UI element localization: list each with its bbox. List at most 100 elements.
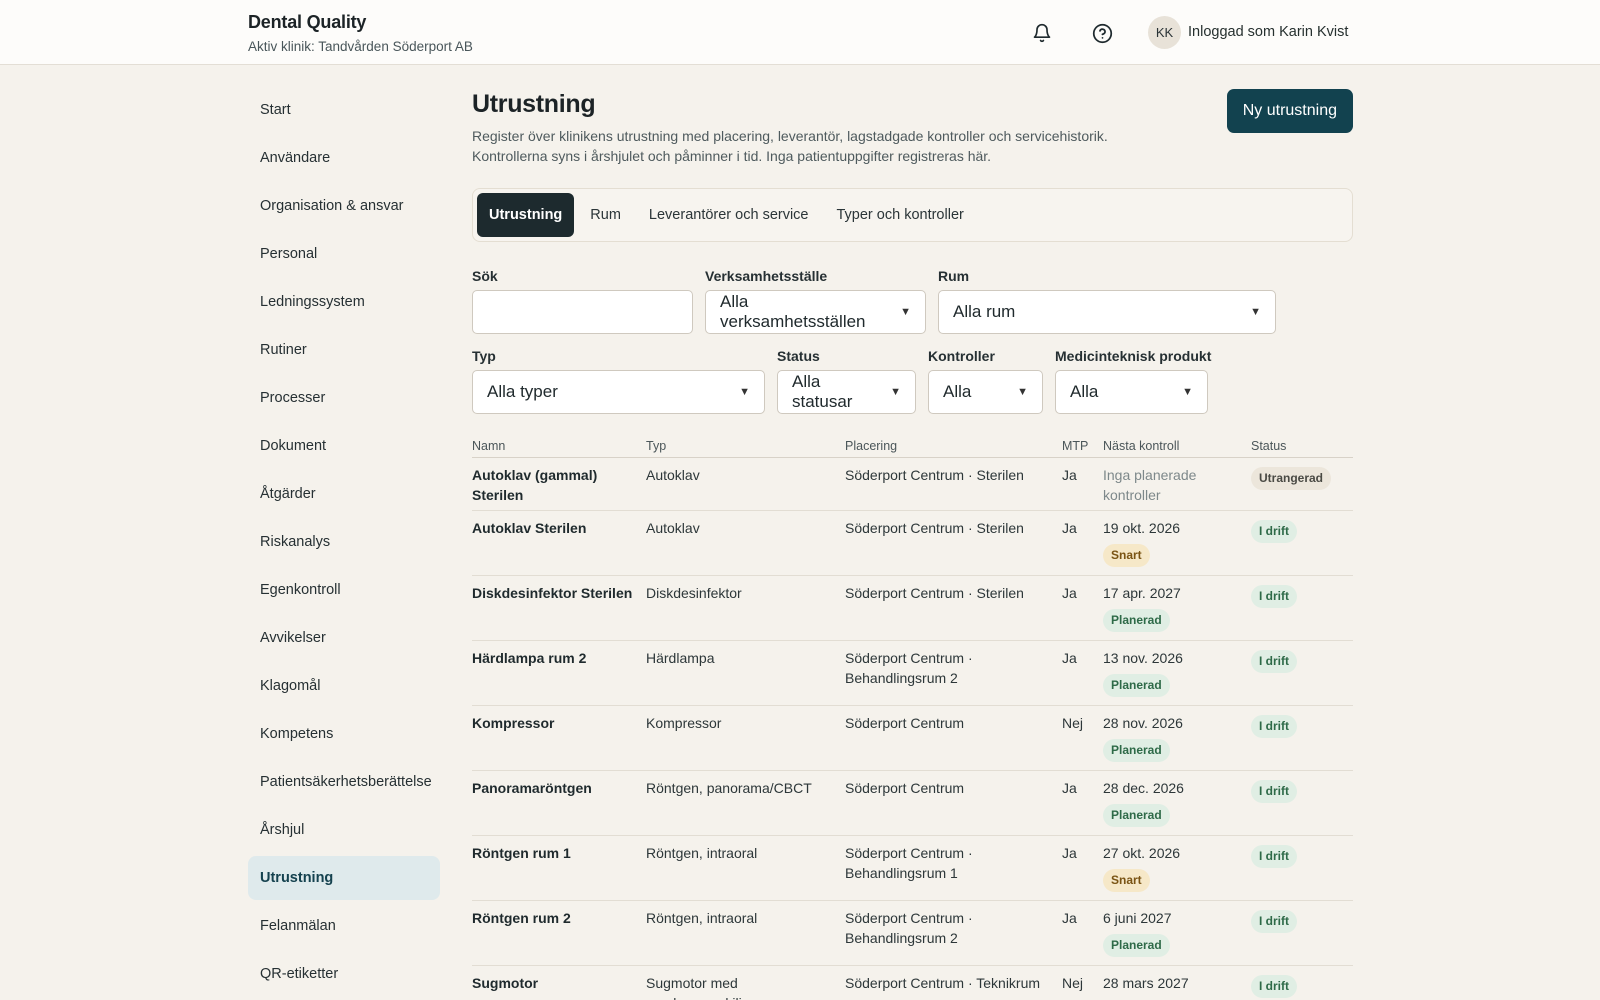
equipment-name[interactable]: Diskdesinfektor Sterilen [472,583,646,640]
equipment-mtp: Ja [1062,585,1077,601]
status-badge: I drift [1251,715,1297,738]
next-control-date: 13 nov. 2026 [1103,650,1183,666]
site-field: Verksamhetsställe Alla verksamhetsställe… [705,268,926,334]
page-description-line-1: Register över klinikens utrustning med p… [472,128,1108,144]
next-control-badge: Snart [1103,869,1150,892]
sidebar-item-complaints[interactable]: Klagomål [248,664,440,708]
next-control-date: 19 okt. 2026 [1103,520,1181,536]
help-icon[interactable] [1089,20,1115,46]
chevron-down-icon: ▼ [1250,306,1261,318]
tab-rooms[interactable]: Rum [578,193,633,237]
site-label: Verksamhetsställe [705,268,828,284]
equipment-name[interactable]: Panoramaröntgen [472,778,646,835]
status-badge: I drift [1251,650,1297,673]
table-row[interactable]: Panoramaröntgen Röntgen, panorama/CBCT S… [472,771,1353,836]
mtp-select[interactable]: Alla ▼ [1055,370,1208,414]
column-header-next-control[interactable]: Nästa kontroll [1103,436,1251,457]
equipment-place: Söderport Centrum · Sterilen [845,520,1024,536]
site-select-value: Alla verksamhetsställen [720,292,866,331]
sidebar-item-patient-safety-report[interactable]: Patientsäkerhetsberättelse [248,760,440,804]
tab-suppliers-service[interactable]: Leverantörer och service [637,193,821,237]
type-select[interactable]: Alla typer ▼ [472,370,765,414]
sidebar-item-start[interactable]: Start [248,88,440,132]
equipment-name[interactable]: Härdlampa rum 2 [472,648,646,705]
equipment-name[interactable]: Autoklav (gammal) Sterilen [472,465,646,510]
logged-in-user[interactable]: Inloggad som Karin Kvist [1188,24,1348,40]
site-select[interactable]: Alla verksamhetsställen ▼ [705,290,926,334]
sidebar-item-competence[interactable]: Kompetens [248,712,440,756]
controls-label: Kontroller [928,348,995,364]
sidebar-nav: Start Användare Organisation & ansvar Pe… [248,88,440,1000]
equipment-name[interactable]: Röntgen rum 2 [472,908,646,965]
search-input[interactable] [472,290,693,334]
page-description: Register över klinikens utrustning med p… [472,126,1172,166]
status-badge: I drift [1251,585,1297,608]
status-badge: I drift [1251,910,1297,933]
room-select-value: Alla rum [953,302,1016,321]
sidebar-item-actions[interactable]: Åtgärder [248,472,440,516]
filter-row-1: Sök Verksamhetsställe Alla verksamhetsst… [472,268,1353,334]
sidebar-item-organisation[interactable]: Organisation & ansvar [248,184,440,228]
equipment-table: Namn Typ Placering MTP Nästa kontroll St… [472,436,1353,1000]
status-badge: I drift [1251,845,1297,868]
sidebar-item-management-system[interactable]: Ledningssystem [248,280,440,324]
controls-select-value: Alla [943,382,972,401]
sidebar-item-qr-labels[interactable]: QR-etiketter [248,952,440,996]
status-select[interactable]: Alla statusar ▼ [777,370,916,414]
next-control-badge: Planerad [1103,934,1170,957]
sidebar-item-equipment[interactable]: Utrustning [248,856,440,900]
table-row[interactable]: Autoklav (gammal) Sterilen Autoklav Söde… [472,458,1353,511]
sidebar-item-documents[interactable]: Dokument [248,424,440,468]
table-row[interactable]: Röntgen rum 2 Röntgen, intraoral Söderpo… [472,901,1353,966]
sidebar-item-fault-report[interactable]: Felanmälan [248,904,440,948]
status-badge: Utrangerad [1251,467,1332,490]
column-header-type[interactable]: Typ [646,436,845,457]
equipment-type: Autoklav [646,520,700,536]
table-row[interactable]: Kompressor Kompressor Söderport Centrum … [472,706,1353,771]
sidebar-item-personnel[interactable]: Personal [248,232,440,276]
equipment-name[interactable]: Autoklav Sterilen [472,518,646,575]
bell-icon[interactable] [1029,20,1055,46]
equipment-name[interactable]: Röntgen rum 1 [472,843,646,900]
new-equipment-button[interactable]: Ny utrustning [1226,89,1353,133]
sidebar-item-annual-wheel[interactable]: Årshjul [248,808,440,852]
equipment-mtp: Ja [1062,845,1077,861]
tab-types-controls[interactable]: Typer och kontroller [825,193,976,237]
equipment-place: Söderport Centrum · Sterilen [845,467,1024,483]
sidebar-item-users[interactable]: Användare [248,136,440,180]
next-control-date: 27 okt. 2026 [1103,845,1181,861]
next-control-date: 28 nov. 2026 [1103,715,1183,731]
sidebar-item-processes[interactable]: Processer [248,376,440,420]
sidebar-item-routines[interactable]: Rutiner [248,328,440,372]
type-field: Typ Alla typer ▼ [472,348,765,414]
status-select-value: Alla statusar [792,372,853,411]
sidebar-item-risk-analysis[interactable]: Riskanalys [248,520,440,564]
mtp-label: Medicinteknisk produkt [1055,348,1212,364]
room-select[interactable]: Alla rum ▼ [938,290,1276,334]
controls-select[interactable]: Alla ▼ [928,370,1043,414]
avatar[interactable]: KK [1148,16,1181,49]
mtp-select-value: Alla [1070,382,1099,401]
tab-equipment[interactable]: Utrustning [477,193,575,237]
column-header-name[interactable]: Namn [472,436,646,457]
equipment-place: Söderport Centrum · Sterilen [845,585,1024,601]
column-header-mtp[interactable]: MTP [1062,436,1103,457]
sidebar-item-self-inspection[interactable]: Egenkontroll [248,568,440,612]
equipment-mtp: Nej [1062,715,1084,731]
table-row[interactable]: Sugmotor Sugmotor med amalgamavskiljare … [472,966,1353,1000]
table-row[interactable]: Röntgen rum 1 Röntgen, intraoral Söderpo… [472,836,1353,901]
next-control-badge: Planerad [1103,739,1170,762]
equipment-name[interactable]: Sugmotor [472,973,646,1000]
table-row[interactable]: Autoklav Sterilen Autoklav Söderport Cen… [472,511,1353,576]
brand: Dental Quality Aktiv klinik: Tandvården … [248,12,473,54]
equipment-name[interactable]: Kompressor [472,713,646,770]
chevron-down-icon: ▼ [890,386,901,398]
table-row[interactable]: Härdlampa rum 2 Härdlampa Söderport Cent… [472,641,1353,706]
status-badge: I drift [1251,780,1297,803]
tab-bar: Utrustning Rum Leverantörer och service … [472,188,1353,242]
status-label: Status [777,348,820,364]
sidebar-item-deviations[interactable]: Avvikelser [248,616,440,660]
table-row[interactable]: Diskdesinfektor Sterilen Diskdesinfektor… [472,576,1353,641]
column-header-place[interactable]: Placering [845,436,1062,457]
column-header-status[interactable]: Status [1251,436,1353,457]
